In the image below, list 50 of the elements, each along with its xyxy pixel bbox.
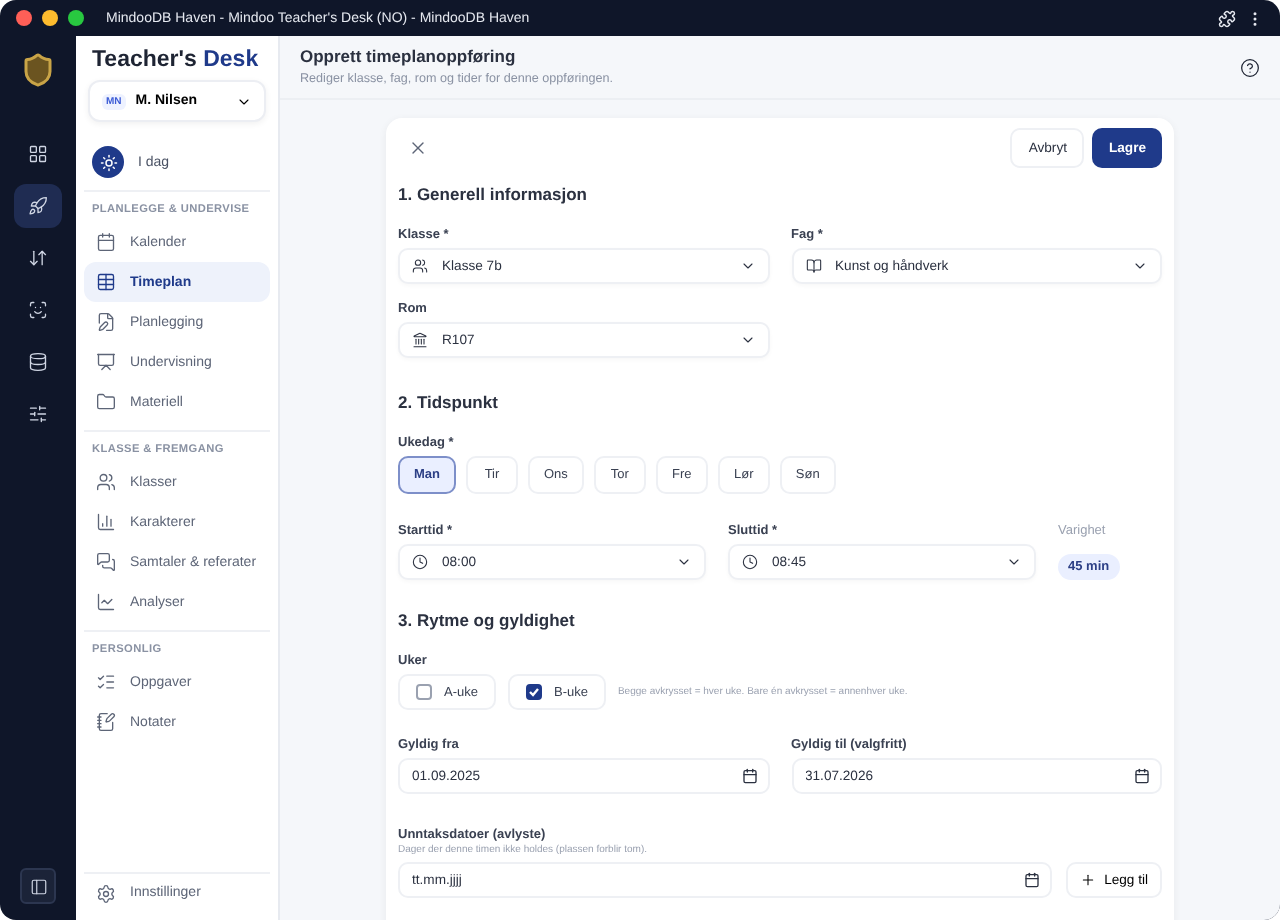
panel-icon: [29, 877, 47, 895]
chevron-down-icon: [739, 258, 755, 274]
settings-icon: [96, 883, 116, 903]
extension-icon[interactable]: [1218, 9, 1236, 27]
line-chart-icon: [96, 592, 116, 612]
document-edit-icon: [96, 312, 116, 332]
checkbox[interactable]: [416, 684, 432, 700]
calendar-icon: [1024, 872, 1041, 888]
clock-icon: [412, 554, 428, 570]
chevron-down-icon: [1132, 258, 1148, 274]
chevron-down-icon: [739, 332, 755, 348]
close-icon: [408, 138, 428, 158]
section-title: 2. Tidspunkt: [398, 392, 500, 412]
scan-icon: [28, 300, 48, 320]
arrows-icon: [28, 248, 48, 268]
plus-icon: [1080, 872, 1097, 888]
calendar-icon: [96, 232, 116, 252]
rail-button[interactable]: [14, 184, 62, 228]
chevron-down-icon: [676, 554, 692, 570]
minimize-window-button[interactable]: [42, 10, 58, 26]
sliders-icon: [28, 404, 48, 424]
users-icon: [96, 472, 116, 492]
sidebar-toggle-button[interactable]: [20, 868, 56, 904]
section-title: 1. Generell informasjon: [398, 184, 589, 204]
shield-logo-icon: [20, 52, 56, 92]
notebook-icon: [96, 712, 116, 732]
rocket-icon: [28, 196, 48, 216]
close-window-button[interactable]: [16, 10, 32, 26]
chevron-down-icon: [1006, 554, 1022, 570]
maximize-window-button[interactable]: [68, 10, 84, 26]
sun-icon: [92, 146, 124, 178]
folder-icon: [96, 392, 116, 412]
calendar-icon: [1134, 768, 1150, 784]
help-icon[interactable]: [1240, 58, 1260, 78]
calendar-icon: [741, 768, 757, 784]
app-title: Teacher's Desk: [90, 48, 261, 72]
users-icon: [412, 258, 428, 274]
building-icon: [412, 332, 428, 348]
database-icon: [28, 352, 48, 372]
grid-icon: [28, 144, 48, 164]
presentation-icon: [96, 352, 116, 372]
checklist-icon: [96, 672, 116, 692]
clock-icon: [742, 554, 758, 570]
page-title: Opprett timeplanoppføring: [300, 46, 518, 66]
table-icon: [96, 272, 116, 292]
book-icon: [805, 258, 821, 274]
section-title: 3. Rytme og gyldighet: [398, 610, 577, 630]
checkbox[interactable]: [525, 684, 542, 700]
chat-icon: [96, 552, 116, 572]
bar-chart-icon: [96, 512, 116, 532]
